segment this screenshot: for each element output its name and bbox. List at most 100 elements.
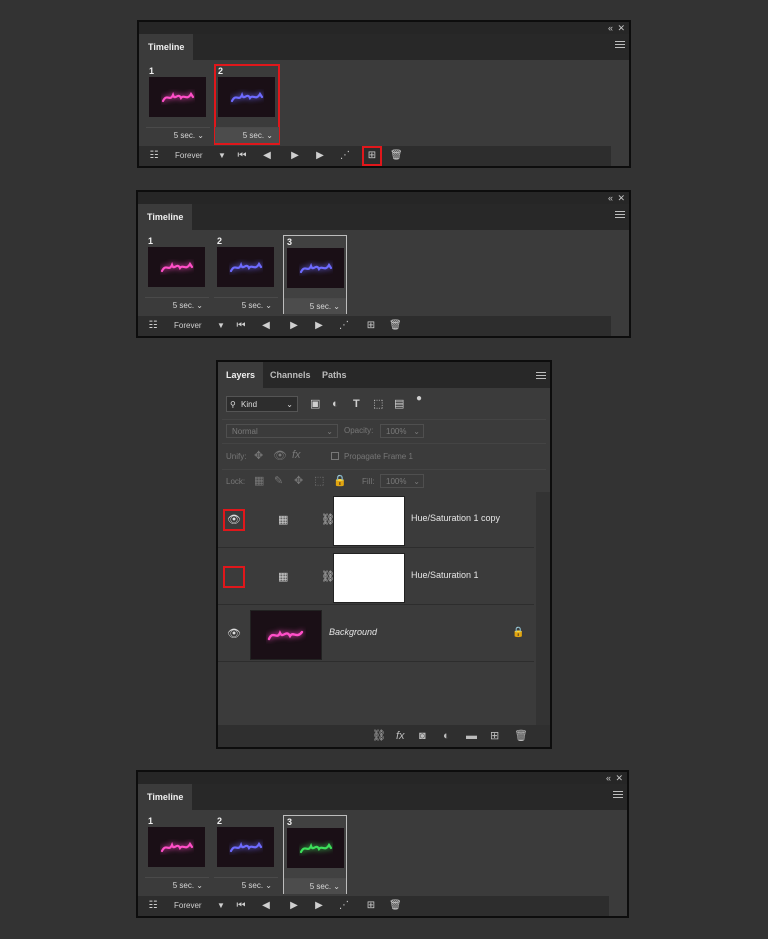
previous-frame-icon[interactable]: ◀ [261,146,273,166]
lock-transparent-icon[interactable]: ▦ [254,474,264,488]
close-icon[interactable]: ✕ [617,192,625,204]
unify-style-icon[interactable]: fx [292,448,301,462]
visibility-toggle[interactable] [223,566,245,588]
panel-menu-icon[interactable] [536,372,546,381]
add-mask-icon[interactable]: ◙ [419,729,426,743]
animation-frame[interactable]: 2 5 sec. ⌄ [214,64,280,145]
animation-frame[interactable]: 2 5 sec. ⌄ [214,815,278,894]
tab-layers[interactable]: Layers [218,362,264,388]
fill-field[interactable]: 100% ⌄ [380,474,424,488]
shape-filter-icon[interactable]: ⬚ [373,397,383,411]
blend-mode-select[interactable]: Normal ⌄ [226,424,338,438]
convert-to-video-icon[interactable]: ☷ [147,146,161,166]
panel-menu-icon[interactable] [615,211,625,220]
panel-menu-icon[interactable] [613,791,623,800]
lock-artboard-icon[interactable]: ⬚ [314,474,324,488]
unify-position-icon[interactable]: ✥ [254,449,263,463]
loop-select[interactable]: Forever [174,896,202,916]
trash-icon[interactable]: 🗑 [389,896,402,916]
eye-icon[interactable]: 👁 [223,509,245,531]
frame-delay-select[interactable]: 5 sec. ⌄ [214,877,278,893]
animation-frame[interactable]: 3 5 sec. ⌄ [283,235,347,314]
type-filter-icon[interactable]: T [353,397,360,411]
propagate-checkbox[interactable] [331,452,339,460]
tween-icon[interactable]: ⋰ [338,316,350,336]
frame-delay-select[interactable]: 5 sec. ⌄ [146,127,210,143]
next-frame-icon[interactable]: ▶ [314,146,326,166]
new-adjustment-icon[interactable]: ◐ [443,729,450,743]
chevron-down-icon[interactable]: ▼ [216,896,226,916]
filter-kind-select[interactable]: ⚲ Kind ⌄ [226,396,298,412]
animation-frame[interactable]: 1 5 sec. ⌄ [146,65,210,144]
trash-icon[interactable]: 🗑 [389,316,402,336]
frame-delay-select[interactable]: 5 sec. ⌄ [284,878,346,894]
frame-delay-select[interactable]: 5 sec. ⌄ [214,297,278,313]
layer-row[interactable]: ▦ ⛓ Hue/Saturation 1 [218,549,534,605]
animation-frame[interactable]: 1 5 sec. ⌄ [145,235,209,314]
filter-toggle-icon[interactable]: ● [416,392,422,406]
frame-delay-select[interactable]: 5 sec. ⌄ [284,298,346,314]
close-icon[interactable]: ✕ [617,22,625,34]
layer-mask-thumbnail[interactable] [333,496,405,546]
collapse-icon[interactable]: « [608,192,613,204]
timeline-scrollbar[interactable] [609,896,627,916]
layer-row[interactable]: 👁 Background 🔒 [218,606,534,662]
timeline-scrollbar[interactable] [611,316,629,336]
tab-timeline[interactable]: Timeline [138,204,193,230]
duplicate-frame-icon[interactable]: ⊞ [364,319,378,333]
tween-icon[interactable]: ⋰ [338,896,350,916]
pixel-filter-icon[interactable]: ▣ [310,397,320,411]
eye-icon[interactable]: 👁 [226,626,242,642]
close-icon[interactable]: ✕ [615,772,623,784]
duplicate-frame-icon[interactable]: ⊞ [362,146,382,166]
panel-menu-icon[interactable] [615,41,625,50]
smart-object-filter-icon[interactable]: ▤ [394,397,404,411]
layer-row[interactable]: 👁 ▦ ⛓ Hue/Saturation 1 copy [218,492,534,548]
first-frame-icon[interactable]: ⏮ [235,316,247,336]
new-layer-icon[interactable]: ⊞ [490,729,499,743]
opacity-field[interactable]: 100% ⌄ [380,424,424,438]
timeline-scrollbar[interactable] [611,146,629,166]
next-frame-icon[interactable]: ▶ [313,316,325,336]
play-icon[interactable]: ▶ [288,316,300,336]
lock-pixels-icon[interactable]: ✎ [274,474,283,488]
duplicate-frame-icon[interactable]: ⊞ [364,899,378,913]
convert-to-video-icon[interactable]: ☷ [146,896,160,916]
collapse-icon[interactable]: « [606,772,611,784]
convert-to-video-icon[interactable]: ☷ [146,316,160,336]
layer-style-icon[interactable]: fx [396,729,405,743]
animation-frame[interactable]: 3 5 sec. ⌄ [283,815,347,894]
play-icon[interactable]: ▶ [289,146,301,166]
loop-select[interactable]: Forever [175,146,203,166]
first-frame-icon[interactable]: ⏮ [235,896,247,916]
layer-mask-thumbnail[interactable] [333,553,405,603]
collapse-icon[interactable]: « [608,22,613,34]
frame-delay-select[interactable]: 5 sec. ⌄ [145,297,209,313]
previous-frame-icon[interactable]: ◀ [260,316,272,336]
layers-scrollbar[interactable] [536,492,550,725]
layer-thumbnail[interactable] [250,610,322,660]
frame-delay-select[interactable]: 5 sec. ⌄ [215,127,279,143]
animation-frame[interactable]: 1 5 sec. ⌄ [145,815,209,894]
lock-position-icon[interactable]: ✥ [294,474,303,488]
tab-timeline[interactable]: Timeline [139,34,194,60]
layer-name[interactable]: Background [329,627,377,637]
animation-frame[interactable]: 2 5 sec. ⌄ [214,235,278,314]
chevron-down-icon[interactable]: ▼ [216,316,226,336]
next-frame-icon[interactable]: ▶ [313,896,325,916]
link-layers-icon[interactable]: ⛓ [372,729,386,743]
trash-icon[interactable]: 🗑 [514,729,528,743]
lock-all-icon[interactable]: 🔒 [333,474,347,488]
tab-paths[interactable]: Paths [322,362,347,388]
loop-select[interactable]: Forever [174,316,202,336]
trash-icon[interactable]: 🗑 [390,146,403,166]
layer-name[interactable]: Hue/Saturation 1 [411,570,479,580]
unify-visibility-icon[interactable]: 👁 [273,449,287,463]
layer-name[interactable]: Hue/Saturation 1 copy [411,513,500,523]
tween-icon[interactable]: ⋰ [339,146,351,166]
adjustment-filter-icon[interactable]: ◐ [332,397,339,411]
tab-channels[interactable]: Channels [270,362,311,388]
previous-frame-icon[interactable]: ◀ [260,896,272,916]
tab-timeline[interactable]: Timeline [138,784,193,810]
play-icon[interactable]: ▶ [288,896,300,916]
